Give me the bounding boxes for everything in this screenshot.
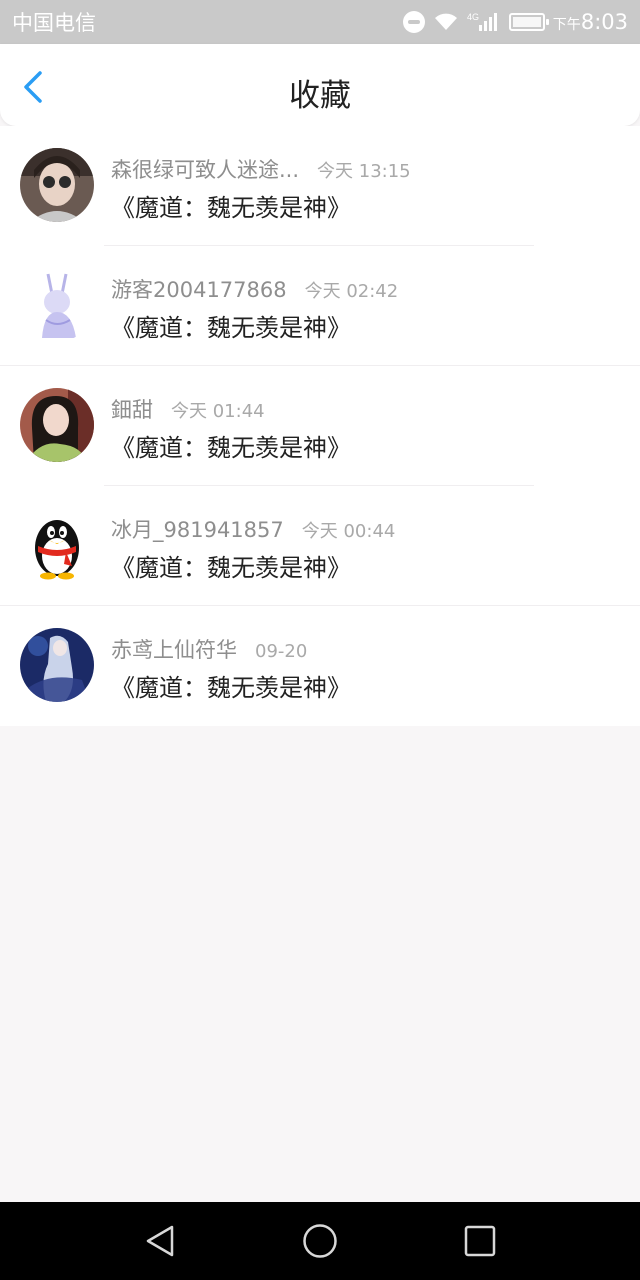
list-item[interactable]: 森很绿可致人迷途... 今天 13:15 《魔道：魏无羡是神》 bbox=[0, 126, 640, 246]
username[interactable]: 森很绿可致人迷途... bbox=[111, 154, 299, 184]
meta-line: 赤鸢上仙符华 09-20 bbox=[111, 634, 307, 664]
meta-line: 游客2004177868 今天 02:42 bbox=[111, 274, 398, 304]
status-icons: 4G 下午 8:03 bbox=[402, 10, 628, 34]
wifi-icon bbox=[434, 13, 457, 30]
favorite-title[interactable]: 《魔道：魏无羡是神》 bbox=[111, 668, 351, 703]
ampm-label: 下午 bbox=[552, 17, 581, 33]
meta-line: 冰月_981941857 今天 00:44 bbox=[111, 514, 395, 544]
header: 收藏 bbox=[0, 44, 640, 126]
page-title: 收藏 bbox=[289, 78, 351, 114]
nav-back-button[interactable] bbox=[142, 1223, 178, 1259]
favorite-title[interactable]: 《魔道：魏无羡是神》 bbox=[111, 548, 351, 583]
favorite-title[interactable]: 《魔道：魏无羡是神》 bbox=[111, 308, 351, 343]
avatar-image bbox=[20, 268, 94, 342]
nav-recent-button[interactable] bbox=[462, 1223, 498, 1259]
do-not-disturb-icon bbox=[402, 11, 425, 33]
username[interactable]: 鈿甜 bbox=[111, 394, 153, 424]
meta-line: 鈿甜 今天 01:44 bbox=[111, 394, 265, 424]
meta-line: 森很绿可致人迷途... 今天 13:15 bbox=[111, 154, 411, 184]
avatar[interactable] bbox=[20, 268, 94, 342]
timestamp: 今天 00:44 bbox=[301, 521, 396, 542]
timestamp: 09-20 bbox=[255, 641, 308, 662]
avatar[interactable] bbox=[20, 148, 94, 222]
network-type: 4G bbox=[467, 12, 479, 22]
list-item[interactable]: 赤鸢上仙符华 09-20 《魔道：魏无羡是神》 bbox=[0, 606, 640, 726]
favorite-title[interactable]: 《魔道：魏无羡是神》 bbox=[111, 188, 351, 223]
avatar[interactable] bbox=[20, 508, 94, 582]
clock: 8:03 bbox=[580, 10, 628, 34]
signal-icon: 4G bbox=[467, 12, 497, 31]
carrier-name: 中国电信 bbox=[12, 11, 96, 35]
navigation-bar bbox=[0, 1202, 640, 1280]
circle-home-icon bbox=[303, 1224, 337, 1258]
battery-icon bbox=[508, 13, 549, 31]
avatar[interactable] bbox=[20, 388, 94, 462]
timestamp: 今天 02:42 bbox=[304, 281, 399, 302]
favorite-title[interactable]: 《魔道：魏无羡是神》 bbox=[111, 428, 351, 463]
timestamp: 今天 01:44 bbox=[171, 401, 265, 422]
timestamp: 今天 13:15 bbox=[317, 161, 411, 182]
list-item[interactable]: 鈿甜 今天 01:44 《魔道：魏无羡是神》 bbox=[0, 366, 640, 486]
avatar-image bbox=[20, 628, 94, 702]
avatar[interactable] bbox=[20, 628, 94, 702]
username[interactable]: 游客2004177868 bbox=[111, 274, 287, 304]
list-item[interactable]: 游客2004177868 今天 02:42 《魔道：魏无羡是神》 bbox=[0, 246, 640, 366]
favorites-list: 森很绿可致人迷途... 今天 13:15 《魔道：魏无羡是神》 游客200417… bbox=[0, 126, 640, 726]
username[interactable]: 赤鸢上仙符华 bbox=[111, 634, 237, 664]
avatar-image bbox=[20, 148, 94, 222]
username[interactable]: 冰月_981941857 bbox=[111, 514, 284, 544]
nav-home-button[interactable] bbox=[302, 1223, 338, 1259]
qq-penguin-icon bbox=[20, 508, 94, 582]
square-recent-icon bbox=[464, 1225, 496, 1257]
triangle-back-icon bbox=[146, 1225, 174, 1257]
list-item[interactable]: 冰月_981941857 今天 00:44 《魔道：魏无羡是神》 bbox=[0, 486, 640, 606]
status-bar: 中国电信 4G 下午 8:03 bbox=[0, 0, 640, 44]
avatar-image bbox=[20, 388, 94, 462]
